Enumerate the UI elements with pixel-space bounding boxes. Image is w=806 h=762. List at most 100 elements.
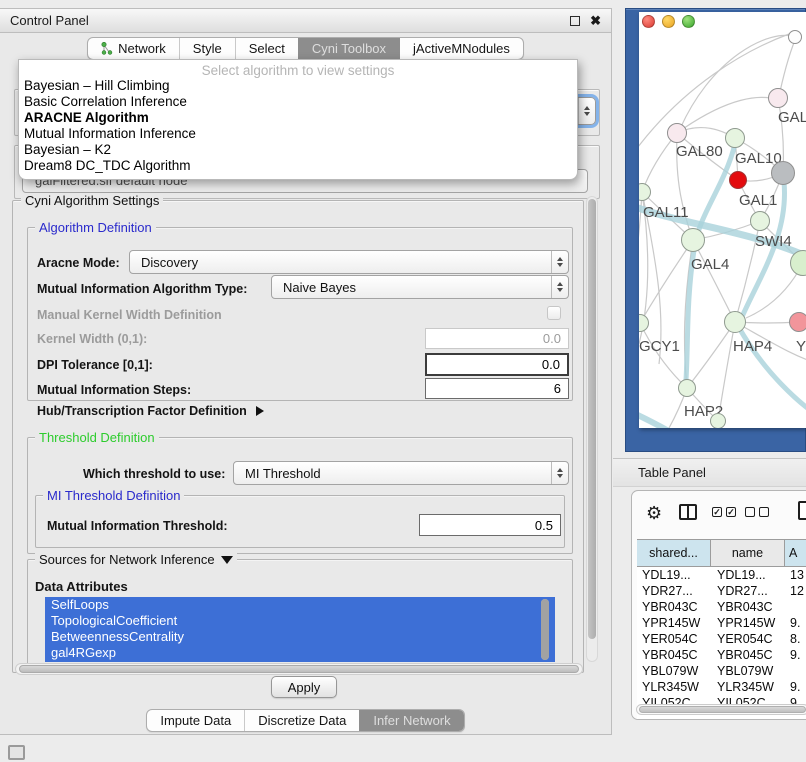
network-node-label: GAL [778, 109, 806, 126]
table-row[interactable]: YLR345WYLR345W9. [637, 679, 806, 695]
mi-threshold-field[interactable]: 0.5 [419, 514, 561, 536]
table-cell[interactable]: 9. [785, 679, 806, 695]
dpi-tolerance-field[interactable]: 0.0 [425, 353, 569, 376]
select-all-checkboxes-icon[interactable]: ✓✓ [712, 507, 736, 517]
network-node[interactable] [710, 413, 726, 428]
network-node-label: GAL4 [691, 256, 729, 273]
sources-group-title[interactable]: Sources for Network Inference [35, 552, 237, 567]
mi-steps-field[interactable]: 6 [425, 378, 569, 399]
table-row[interactable]: YDL19...YDL19...13 [637, 567, 806, 583]
table-cell[interactable]: 9. [785, 647, 806, 663]
window-minimize-icon[interactable] [662, 15, 675, 28]
table-cell[interactable]: 8. [785, 631, 806, 647]
table-row[interactable]: YBL079WYBL079W [637, 663, 806, 679]
algorithm-option[interactable]: Bayesian – Hill Climbing [19, 78, 577, 94]
column-header-name[interactable]: name [711, 540, 785, 566]
kernel-width-field[interactable]: 0.0 [425, 328, 569, 349]
control-panel-window: Control Panel ✖ Network Style Select Cyn… [0, 8, 612, 735]
network-node[interactable] [729, 171, 747, 189]
close-panel-icon[interactable]: ✖ [590, 16, 601, 26]
table-cell[interactable]: YBR045C [637, 647, 711, 663]
table-cell[interactable]: YDR27... [711, 583, 785, 599]
column-header-shared-name[interactable]: shared... [637, 540, 711, 566]
data-attribute-item[interactable]: SelfLoops [45, 597, 555, 613]
export-table-icon[interactable] [798, 501, 806, 520]
data-attribute-item[interactable]: BetweennessCentrality [45, 629, 555, 645]
tab-infer-network[interactable]: Infer Network [359, 710, 463, 731]
network-view-window[interactable]: GALGAL80GAL10GAL1SWI4GAL11GAL4GCY1HAP4YH… [625, 8, 806, 452]
table-cell[interactable]: YER054C [637, 631, 711, 647]
table-cell[interactable]: YLR345W [637, 679, 711, 695]
network-node-gal4[interactable] [681, 228, 705, 252]
control-panel-title: Control Panel [10, 13, 89, 28]
table-cell[interactable]: YPR145W [637, 615, 711, 631]
table-row[interactable]: YBR043CYBR043C [637, 599, 806, 615]
table-row[interactable]: YBR045CYBR045C9. [637, 647, 806, 663]
gear-icon[interactable]: ⚙ [646, 503, 662, 523]
table-cell[interactable]: 12 [785, 583, 806, 599]
float-panel-icon[interactable] [570, 16, 580, 26]
window-zoom-icon[interactable] [682, 15, 695, 28]
hub-definition-toggle[interactable]: Hub/Transcription Factor Definition [37, 404, 264, 418]
data-attribute-item[interactable]: gal4RGexp [45, 645, 555, 661]
network-node-gal80[interactable] [667, 123, 687, 143]
algorithm-option[interactable]: Mutual Information Inference [19, 126, 577, 142]
tab-jactivemnodules[interactable]: jActiveMNodules [399, 38, 523, 59]
table-cell[interactable]: YBL079W [637, 663, 711, 679]
network-node-swi4[interactable] [750, 211, 770, 231]
table-row[interactable]: YPR145WYPR145W9. [637, 615, 806, 631]
algorithm-option[interactable]: Basic Correlation Inference [19, 94, 577, 110]
mi-algorithm-type-combo[interactable]: Naive Bayes [271, 275, 569, 299]
attributes-scrollbar[interactable] [541, 599, 549, 660]
tab-discretize-data[interactable]: Discretize Data [244, 710, 359, 731]
kernel-width-label: Kernel Width (0,1): [37, 332, 147, 346]
table-cell[interactable]: 9. [785, 615, 806, 631]
deselect-all-checkboxes-icon[interactable] [745, 507, 769, 517]
network-node-hap4[interactable] [724, 311, 746, 333]
columns-icon[interactable] [679, 504, 697, 520]
table-cell[interactable] [785, 599, 806, 615]
table-cell[interactable]: YDL19... [711, 567, 785, 583]
table-row[interactable]: YER054CYER054C8. [637, 631, 806, 647]
network-node-gal[interactable] [768, 88, 788, 108]
network-canvas[interactable]: GALGAL80GAL10GAL1SWI4GAL11GAL4GCY1HAP4YH… [639, 12, 806, 428]
table-cell[interactable]: 13 [785, 567, 806, 583]
network-node[interactable] [771, 161, 795, 185]
network-node-hap2[interactable] [678, 379, 696, 397]
aracne-mode-combo[interactable]: Discovery [129, 250, 569, 274]
tab-style[interactable]: Style [179, 38, 235, 59]
settings-vertical-scrollbar[interactable] [586, 196, 598, 662]
network-node-gal10[interactable] [725, 128, 745, 148]
window-close-icon[interactable] [642, 15, 655, 28]
dpi-tolerance-label: DPI Tolerance [0,1]: [37, 358, 153, 372]
table-cell[interactable]: YBR043C [711, 599, 785, 615]
table-cell[interactable]: YBL079W [711, 663, 785, 679]
table-cell[interactable]: YDL19... [637, 567, 711, 583]
apply-button[interactable]: Apply [271, 676, 337, 698]
manual-kernel-checkbox[interactable] [547, 306, 561, 320]
collapsed-panel-icon[interactable] [8, 745, 25, 760]
table-cell[interactable]: YDR27... [637, 583, 711, 599]
network-node-y[interactable] [789, 312, 806, 332]
algorithm-option[interactable]: ARACNE Algorithm [19, 110, 577, 126]
table-cell[interactable] [785, 663, 806, 679]
cyni-bottom-tabbar: Impute Data Discretize Data Infer Networ… [0, 709, 611, 732]
tab-select[interactable]: Select [235, 38, 298, 59]
column-header-partial[interactable]: A [785, 540, 806, 566]
table-cell[interactable]: YBR043C [637, 599, 711, 615]
tab-cyni-toolbox[interactable]: Cyni Toolbox [298, 38, 399, 59]
network-node[interactable] [788, 30, 802, 44]
settings-horizontal-scrollbar[interactable] [15, 663, 583, 675]
algorithm-option[interactable]: Dream8 DC_TDC Algorithm [19, 158, 577, 174]
table-row[interactable]: YDR27...YDR27...12 [637, 583, 806, 599]
data-attribute-item[interactable]: TopologicalCoefficient [45, 613, 555, 629]
table-cell[interactable]: YER054C [711, 631, 785, 647]
tab-network[interactable]: Network [88, 38, 179, 59]
table-cell[interactable]: YBR045C [711, 647, 785, 663]
which-threshold-combo[interactable]: MI Threshold [233, 461, 569, 485]
table-horizontal-scrollbar[interactable] [636, 704, 806, 715]
algorithm-option[interactable]: Bayesian – K2 [19, 142, 577, 158]
table-cell[interactable]: YPR145W [711, 615, 785, 631]
table-cell[interactable]: YLR345W [711, 679, 785, 695]
tab-impute-data[interactable]: Impute Data [147, 710, 244, 731]
